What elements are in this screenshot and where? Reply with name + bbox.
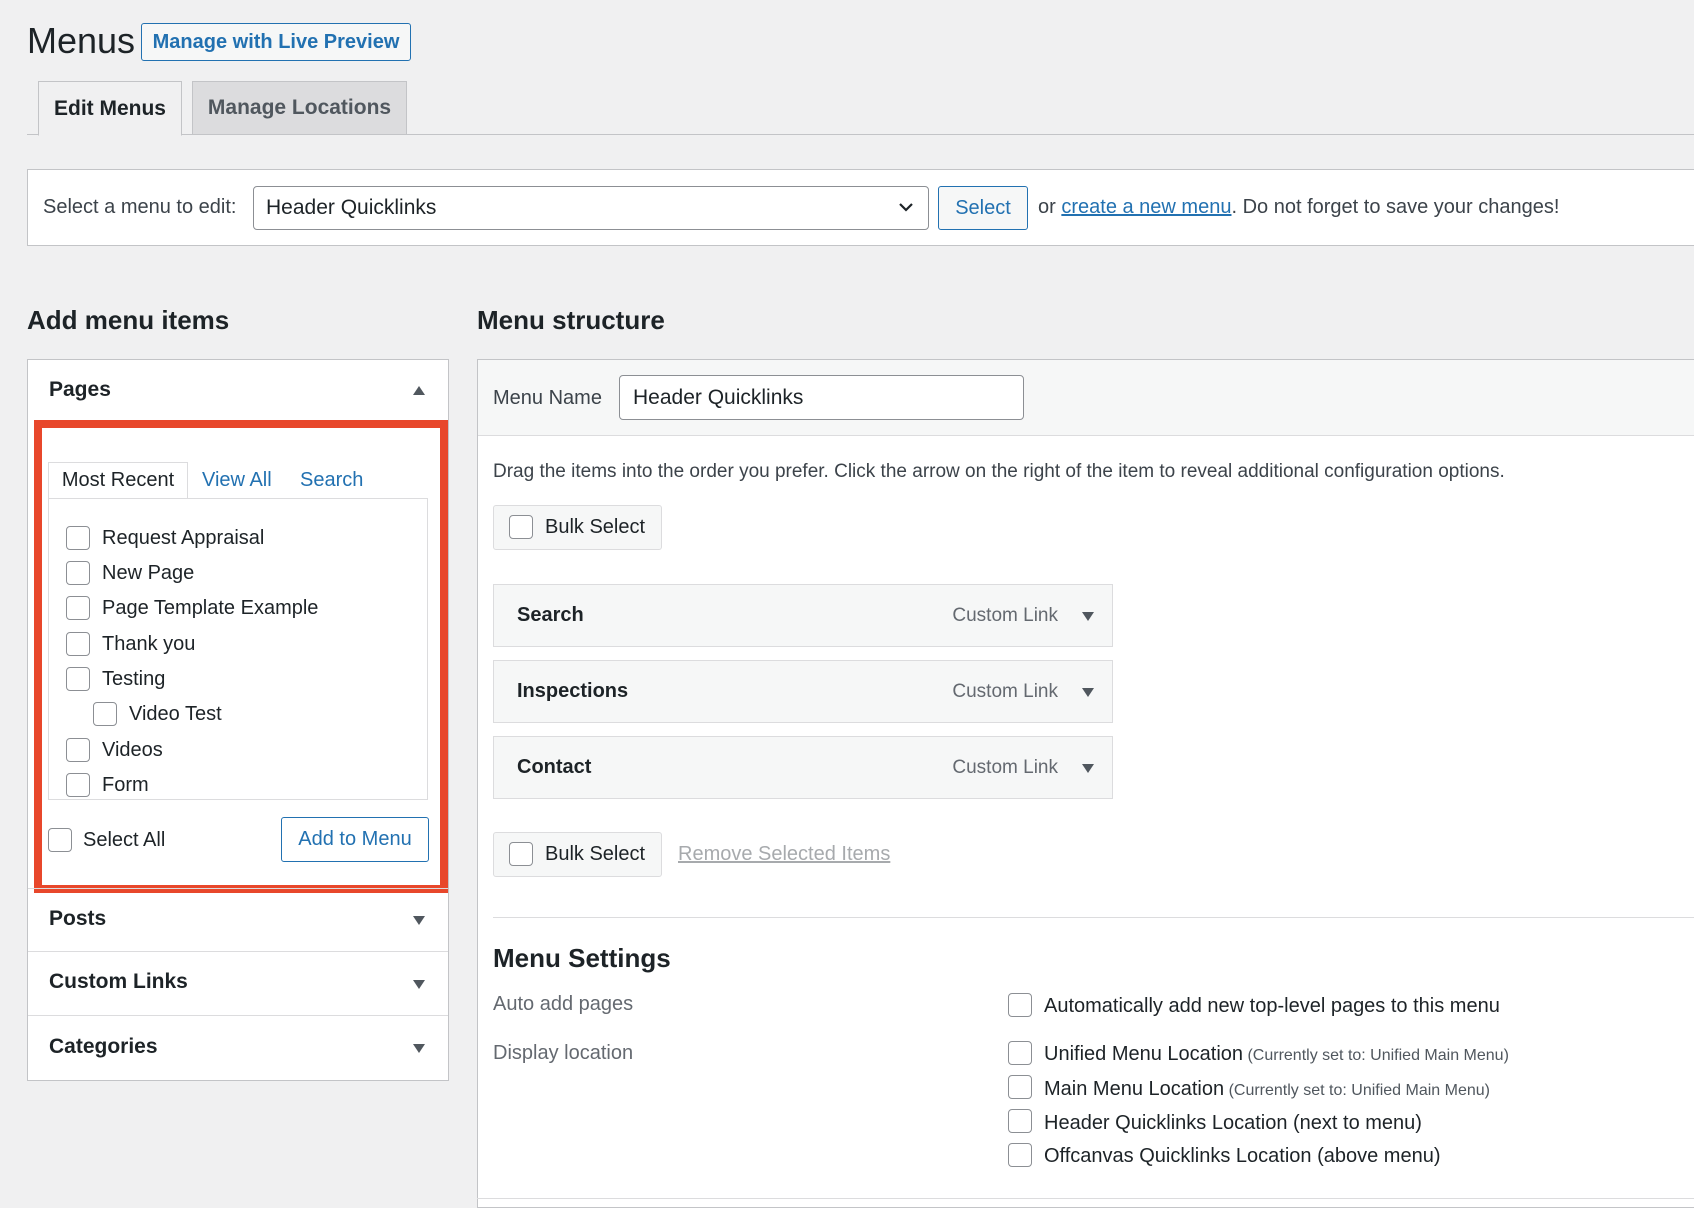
posts-section-title[interactable]: Posts	[49, 907, 106, 931]
remove-selected-items-link[interactable]: Remove Selected Items	[678, 843, 890, 866]
pages-section-title[interactable]: Pages	[49, 378, 111, 402]
bulk-select-checkbox[interactable]	[509, 842, 533, 866]
page-title: Menus	[27, 20, 136, 61]
tab-edit-menus[interactable]: Edit Menus	[38, 81, 182, 136]
location-checkbox[interactable]	[1008, 1075, 1032, 1099]
item-expand-arrow-icon[interactable]	[1082, 764, 1094, 773]
categories-section-title[interactable]: Categories	[49, 1035, 158, 1059]
menu-item-type: Custom Link	[952, 681, 1058, 702]
location-option: Main Menu Location (Currently set to: Un…	[1044, 1078, 1490, 1101]
location-label: Offcanvas Quicklinks Location (above men…	[1044, 1145, 1441, 1167]
menu-settings-heading: Menu Settings	[493, 943, 671, 973]
location-option: Unified Menu Location (Currently set to:…	[1044, 1043, 1509, 1066]
location-note: (Currently set to: Unified Main Menu)	[1247, 1047, 1509, 1064]
drag-instructions: Drag the items into the order you prefer…	[493, 461, 1505, 482]
or-text: or	[1038, 196, 1056, 218]
highlight-box	[34, 420, 448, 893]
location-label: Main Menu Location	[1044, 1078, 1225, 1100]
live-preview-button[interactable]: Manage with Live Preview	[141, 23, 411, 61]
auto-add-checkbox[interactable]	[1008, 993, 1032, 1017]
location-label: Unified Menu Location	[1044, 1043, 1244, 1065]
save-reminder-text: . Do not forget to save your changes!	[1231, 196, 1560, 218]
bulk-select-checkbox[interactable]	[509, 515, 533, 539]
menu-item-type: Custom Link	[952, 757, 1058, 778]
divider	[28, 888, 448, 889]
menu-item-type: Custom Link	[952, 605, 1058, 626]
menu-select-dropdown[interactable]: Header Quicklinks	[253, 186, 929, 230]
create-menu-text: or create a new menu. Do not forget to s…	[1038, 196, 1559, 219]
menu-select-value: Header Quicklinks	[266, 196, 437, 219]
display-location-label: Display location	[493, 1042, 634, 1064]
bulk-select-top[interactable]: Bulk Select	[493, 505, 662, 550]
auto-add-label: Auto add pages	[493, 993, 634, 1015]
menu-item-title: Contact	[517, 756, 592, 778]
location-label: Header Quicklinks Location (next to menu…	[1044, 1112, 1422, 1134]
divider	[28, 1015, 448, 1016]
expand-arrow-icon[interactable]	[413, 916, 425, 925]
custom-links-section-title[interactable]: Custom Links	[49, 970, 188, 994]
select-button[interactable]: Select	[938, 186, 1028, 230]
settings-divider	[493, 917, 1694, 918]
location-note: (Currently set to: Unified Main Menu)	[1228, 1082, 1490, 1099]
menu-item-title: Inspections	[517, 680, 629, 702]
bulk-select-label: Bulk Select	[545, 843, 646, 865]
item-expand-arrow-icon[interactable]	[1082, 612, 1094, 621]
divider	[28, 951, 448, 952]
menu-structure-heading: Menu structure	[477, 305, 665, 335]
menu-item-title: Search	[517, 604, 584, 626]
location-checkbox[interactable]	[1008, 1143, 1032, 1167]
bulk-select-label: Bulk Select	[545, 516, 646, 538]
menu-name-label: Menu Name	[493, 387, 602, 409]
menu-select-label: Select a menu to edit:	[43, 196, 237, 218]
collapse-arrow-icon[interactable]	[413, 386, 425, 395]
location-checkbox[interactable]	[1008, 1041, 1032, 1065]
panel-footer-line	[477, 1198, 1694, 1199]
expand-arrow-icon[interactable]	[413, 980, 425, 989]
menu-item[interactable]: Inspections Custom Link	[493, 660, 1113, 723]
auto-add-option-label: Automatically add new top-level pages to…	[1044, 995, 1500, 1017]
create-new-menu-link[interactable]: create a new menu	[1061, 196, 1231, 218]
item-expand-arrow-icon[interactable]	[1082, 688, 1094, 697]
expand-arrow-icon[interactable]	[413, 1044, 425, 1053]
tab-manage-locations[interactable]: Manage Locations	[192, 81, 407, 135]
bulk-select-bottom[interactable]: Bulk Select	[493, 832, 662, 877]
menu-item[interactable]: Contact Custom Link	[493, 736, 1113, 799]
menu-item[interactable]: Search Custom Link	[493, 584, 1113, 647]
location-checkbox[interactable]	[1008, 1109, 1032, 1133]
add-menu-items-heading: Add menu items	[27, 305, 230, 335]
chevron-down-icon	[899, 203, 913, 212]
menu-name-input[interactable]: Header Quicklinks	[619, 375, 1024, 420]
